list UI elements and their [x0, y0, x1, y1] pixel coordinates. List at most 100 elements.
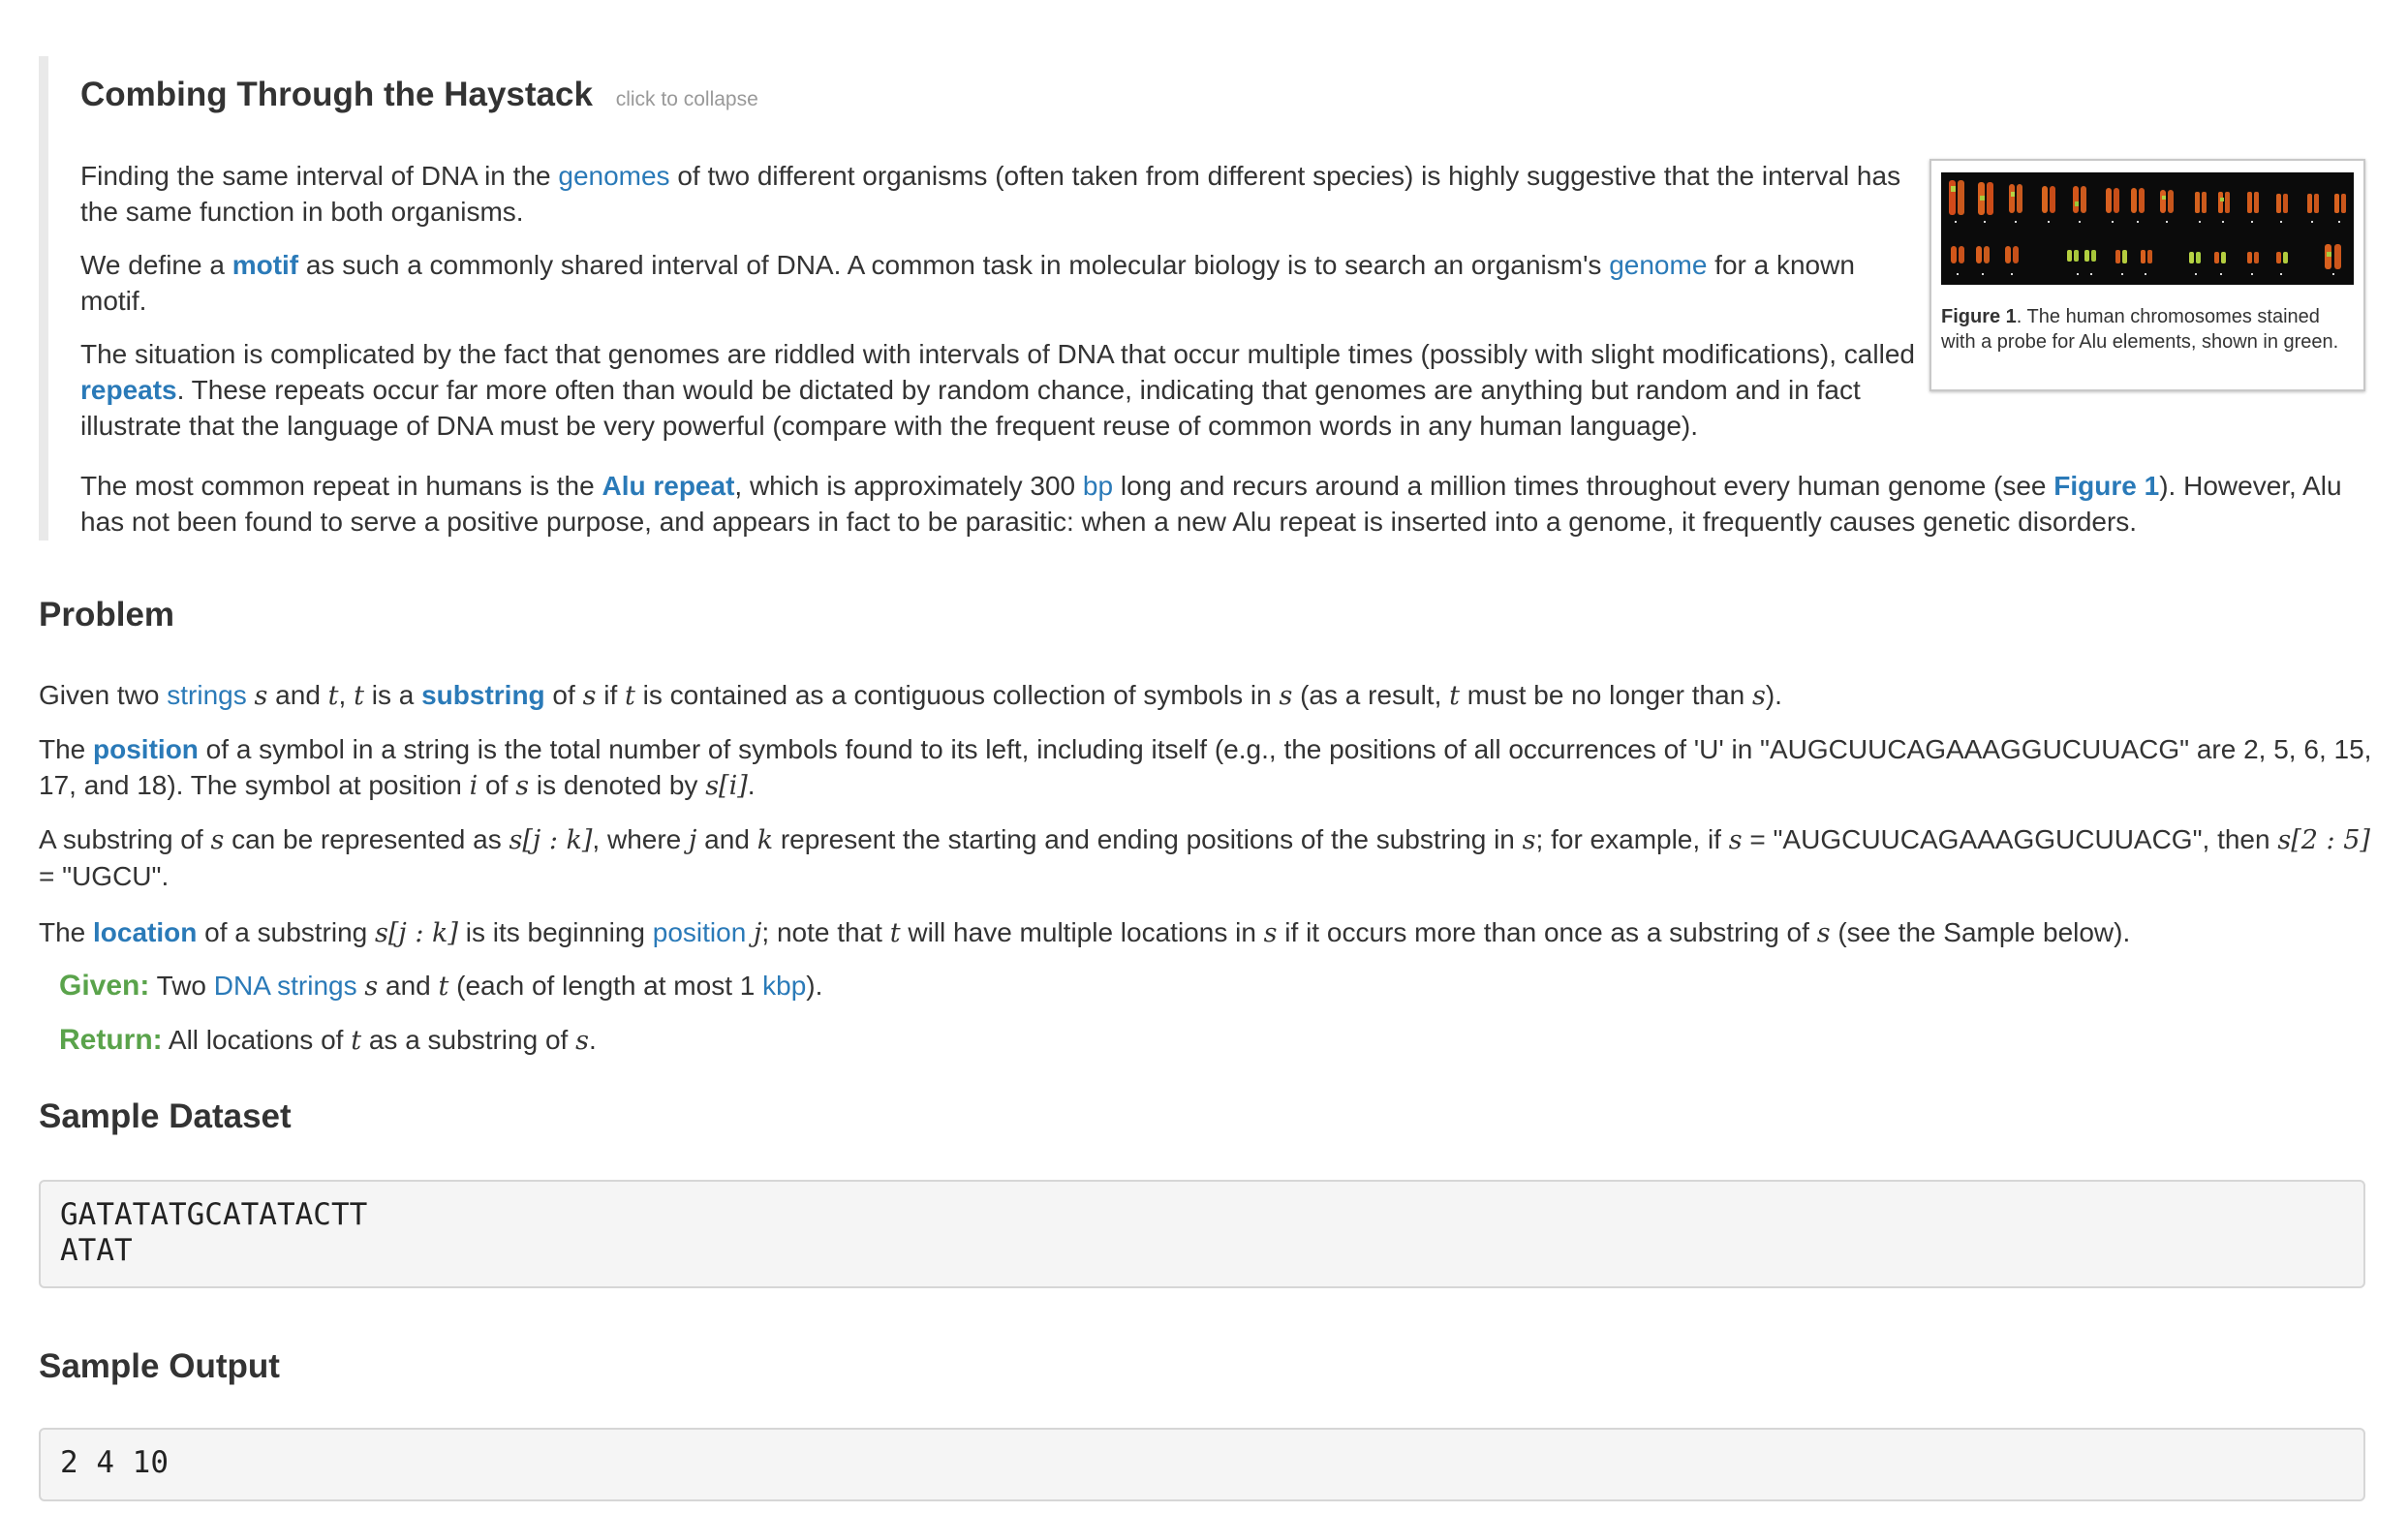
- text: and: [378, 971, 439, 1001]
- text: The situation is complicated by the fact…: [80, 339, 1915, 369]
- math-s: s: [575, 1026, 589, 1056]
- given-line: Given: Two DNA strings s and t (each of …: [59, 968, 822, 1004]
- math-i: i: [469, 771, 479, 801]
- story-paragraph-1: Finding the same interval of DNA in the …: [80, 158, 1923, 230]
- text: .: [588, 1025, 597, 1055]
- link-dna-strings[interactable]: DNA strings: [214, 971, 357, 1001]
- text: can be represented as: [224, 824, 509, 854]
- text: as such a commonly shared interval of DN…: [298, 250, 1610, 280]
- text: (see the Sample below).: [1830, 917, 2131, 947]
- math-k: k: [756, 825, 774, 855]
- text: All locations of: [162, 1025, 352, 1055]
- return-line: Return: All locations of t as a substrin…: [59, 1022, 597, 1059]
- figure-label: Figure 1: [1941, 306, 2017, 327]
- problem-paragraph-2: The position of a symbol in a string is …: [39, 731, 2373, 804]
- text: of a substring: [197, 917, 376, 947]
- text: ).: [1765, 680, 1782, 710]
- math-s: s: [1816, 918, 1831, 948]
- sample-dataset-box[interactable]: GATATATGCATATACTT ATAT: [39, 1180, 2365, 1288]
- text: is contained as a contiguous collection …: [634, 680, 1280, 710]
- link-genomes[interactable]: genomes: [558, 161, 669, 191]
- collapse-link[interactable]: click to collapse: [616, 88, 758, 110]
- text: The: [39, 734, 94, 764]
- text: long and recurs around a million times t…: [1113, 471, 2054, 501]
- text: and: [267, 680, 328, 710]
- math-s: s: [254, 681, 268, 711]
- math-s: s: [364, 972, 379, 1002]
- text: .: [747, 770, 756, 800]
- text: We define a: [80, 250, 232, 280]
- sample-output-line: 2 4 10: [60, 1445, 169, 1480]
- math-s: s: [1279, 681, 1293, 711]
- link-bp[interactable]: bp: [1083, 471, 1113, 501]
- text: ).: [806, 971, 823, 1001]
- text: Given two: [39, 680, 168, 710]
- link-kbp[interactable]: kbp: [762, 971, 806, 1001]
- text: Finding the same interval of DNA in the: [80, 161, 559, 191]
- text: must be no longer than: [1460, 680, 1752, 710]
- math-t: t: [327, 681, 339, 711]
- math-s: s: [1522, 825, 1536, 855]
- text: = "AUGCUUCAGAAAGGUCUUACG", then: [1742, 824, 2278, 854]
- sample-dataset-line: ATAT: [60, 1233, 133, 1268]
- figure-caption: Figure 1. The human chromosomes stained …: [1941, 304, 2358, 355]
- text: ,: [338, 680, 355, 710]
- math-s: s: [210, 825, 225, 855]
- text: (each of length at most 1: [448, 971, 763, 1001]
- text: will have multiple locations in: [900, 917, 1264, 947]
- text: A substring of: [39, 824, 211, 854]
- math-s: s: [582, 681, 597, 711]
- math-s-j-k: s[j : k]: [509, 825, 593, 855]
- sample-output-box[interactable]: 2 4 10: [39, 1428, 2365, 1501]
- math-t: t: [625, 681, 635, 711]
- story-paragraph-2: We define a motif as such a commonly sha…: [80, 247, 1923, 319]
- text: The: [39, 917, 94, 947]
- math-s: s: [515, 771, 530, 801]
- link-position[interactable]: position: [93, 734, 199, 764]
- text: represent the starting and ending positi…: [773, 824, 1523, 854]
- text: as a substring of: [361, 1025, 576, 1055]
- math-s: s: [1263, 918, 1278, 948]
- text: Two: [149, 971, 214, 1001]
- text: is denoted by: [529, 770, 706, 800]
- text: (as a result,: [1292, 680, 1450, 710]
- link-substring[interactable]: substring: [421, 680, 545, 710]
- story-text: Finding the same interval of DNA in the …: [80, 158, 1923, 461]
- text: is its beginning: [457, 917, 653, 947]
- math-s-j-k: s[j : k]: [375, 918, 458, 948]
- math-t: t: [351, 1026, 362, 1056]
- problem-heading: Problem: [39, 596, 175, 633]
- problem-paragraph-1: Given two strings s and t, t is a substr…: [39, 677, 2373, 714]
- math-s: s: [1752, 681, 1766, 711]
- text: of: [544, 680, 583, 710]
- story-paragraph-3: The situation is complicated by the fact…: [80, 336, 1923, 444]
- text: ; note that: [761, 917, 890, 947]
- chromosome-image[interactable]: [1941, 172, 2354, 285]
- link-position-2[interactable]: position: [653, 917, 747, 947]
- link-motif[interactable]: motif: [232, 250, 298, 280]
- text: is a: [363, 680, 422, 710]
- text: and: [696, 824, 757, 854]
- story-title: Combing Through the Haystack: [80, 76, 593, 113]
- link-location[interactable]: location: [93, 917, 197, 947]
- text: of a symbol in a string is the total num…: [39, 734, 2372, 800]
- text: , which is approximately 300: [734, 471, 1083, 501]
- text: if: [596, 680, 625, 710]
- figure-1: Figure 1. The human chromosomes stained …: [1929, 159, 2365, 391]
- math-t: t: [1449, 681, 1461, 711]
- given-label: Given:: [59, 970, 150, 1002]
- sample-dataset-line: GATATATGCATATACTT: [60, 1197, 368, 1232]
- link-genome[interactable]: genome: [1609, 250, 1707, 280]
- text: = "UGCU".: [39, 861, 170, 891]
- link-repeats[interactable]: repeats: [80, 375, 177, 405]
- link-strings[interactable]: strings: [167, 680, 246, 710]
- story-heading: Combing Through the Haystack click to co…: [80, 74, 758, 117]
- text: ; for example, if: [1535, 824, 1729, 854]
- link-figure-1[interactable]: Figure 1: [2053, 471, 2159, 501]
- math-s: s: [1728, 825, 1743, 855]
- problem-paragraph-3: A substring of s can be represented as s…: [39, 821, 2373, 894]
- math-s-i: s[i]: [705, 771, 748, 801]
- return-label: Return:: [59, 1024, 163, 1056]
- link-alu-repeat[interactable]: Alu repeat: [602, 471, 734, 501]
- sample-output-heading: Sample Output: [39, 1347, 280, 1385]
